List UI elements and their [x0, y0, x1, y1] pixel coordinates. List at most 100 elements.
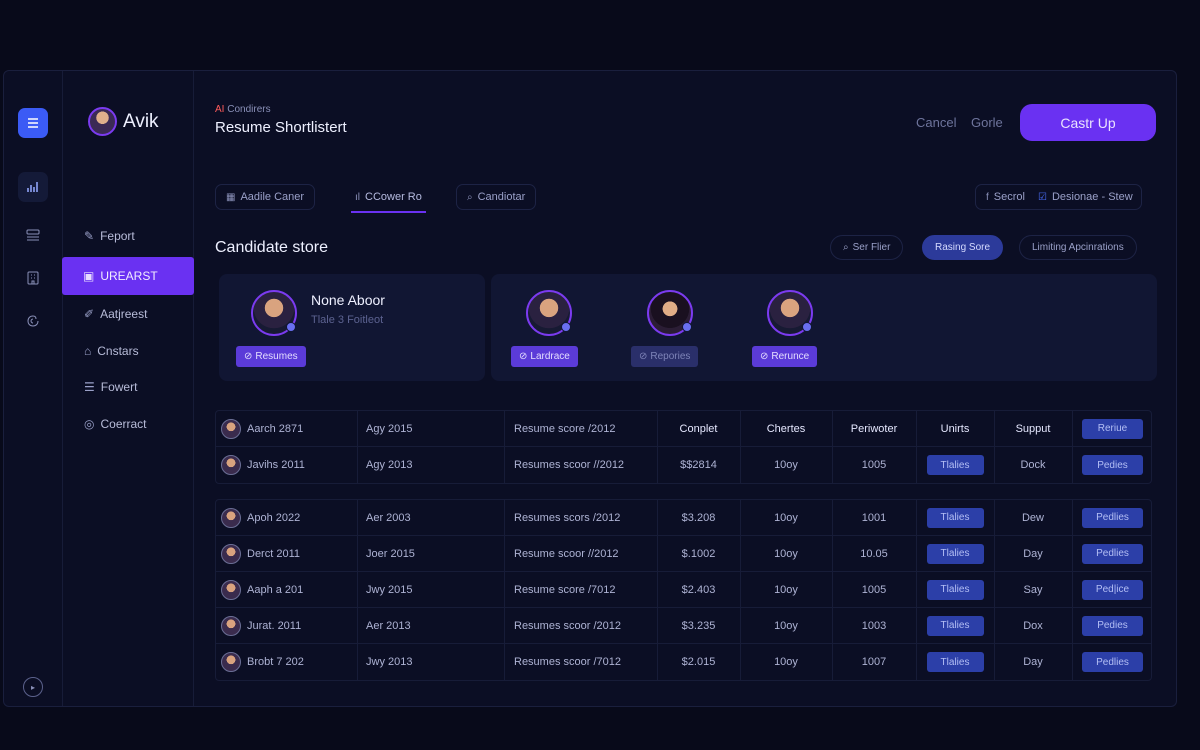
brand-name: Avik — [123, 110, 159, 132]
pedlies-button[interactable]: Pedies — [1082, 615, 1143, 636]
brain-icon[interactable] — [18, 306, 48, 336]
brand: Avik — [88, 107, 159, 136]
candidate-strip-card: ⊘ Lardrace ⊘ Repories ⊘ Rerunce — [491, 274, 1157, 381]
status-value: Say — [1023, 583, 1043, 596]
sidebar-item-aatjreest[interactable]: ✐ Aatjreest — [63, 295, 194, 333]
date-value: Aer 2013 — [366, 619, 411, 632]
checkbox-icon: ☑ — [1037, 191, 1047, 203]
limiting-pill[interactable]: Limiting Apcinrations — [1019, 235, 1137, 260]
sidebar-item-label: Cnstars — [97, 344, 139, 358]
tab-label: Candiotar — [477, 191, 526, 203]
tab-candiotar[interactable]: ⌕ Candiotar — [456, 184, 537, 210]
candidate-avatar[interactable] — [526, 290, 572, 336]
avatar — [221, 543, 241, 564]
rating-pill[interactable]: Rasing Sore — [922, 235, 1004, 260]
candidate-avatar[interactable] — [767, 290, 813, 336]
search-icon: ⌕ — [843, 242, 849, 253]
tally-button[interactable]: Tlalies — [926, 455, 984, 475]
eyebrow-text: Condirers — [227, 104, 271, 115]
secondary-link[interactable]: Gorle — [971, 115, 1003, 130]
count-value: 10.05 — [860, 547, 888, 560]
duration-value: 10oy — [774, 583, 798, 596]
column-header[interactable]: Periwoter — [832, 411, 916, 446]
status-value: Dew — [1021, 511, 1044, 524]
pedlies-button[interactable]: Pedlies — [1082, 543, 1143, 564]
tab-secrol-group[interactable]: f Secrol ☑ Desionae - Stew — [975, 184, 1142, 210]
avatar[interactable] — [88, 107, 117, 136]
candidate-avatar[interactable] — [647, 290, 693, 336]
count-value: 1007 — [861, 656, 887, 668]
column-header[interactable]: Chertes — [740, 411, 832, 446]
date-value: Aer 2003 — [366, 511, 411, 524]
amount-value: $3.208 — [681, 511, 716, 524]
score-value: Resumes scoor //2012 — [514, 459, 625, 471]
table-row-name: Javihs 2011 — [221, 447, 305, 483]
pencil-icon: ✎ — [84, 229, 95, 243]
tally-cell: Tlalies — [916, 500, 994, 535]
ai-badge: AI — [215, 104, 225, 115]
table-row[interactable]: Brobt 7 202 Jwy 2013 Resumes scoor /7012 $2… — [216, 644, 1151, 680]
featured-candidate-card[interactable]: None Aboor Tlale 3 Foitleot ⊘ Resumes — [219, 274, 485, 381]
list-icon[interactable] — [18, 220, 48, 250]
name-value: Derct 2011 — [247, 547, 300, 560]
table-row[interactable]: Jurat. 2011 Aer 2013 Resumes scoor /2012 $3… — [216, 608, 1151, 644]
review-button[interactable]: Reriue — [1082, 418, 1143, 439]
check-icon: ⊘ — [639, 351, 648, 362]
table-row[interactable]: Aaph a 201 Jwy 2015 Resume score /7012 $2.4… — [216, 572, 1151, 608]
sidebar-item-urearst[interactable]: ▣ UREARST — [62, 257, 194, 295]
pedlies-button[interactable]: Pedlies — [1082, 652, 1143, 672]
table-row[interactable]: Derct 2011 Joer 2015 Resume scoor //2012 $.… — [216, 536, 1151, 572]
tally-button[interactable]: Tlalies — [926, 615, 984, 636]
chip-label: Resumes — [255, 351, 298, 362]
lock-icon: ⌂ — [84, 344, 92, 358]
repories-chip[interactable]: ⊘ Repories — [631, 346, 699, 367]
tally-button[interactable]: Tlalies — [926, 543, 984, 564]
score-value: Resumes scoor /2012 — [514, 619, 621, 632]
action-cell: Pedlies — [1072, 500, 1153, 535]
chip-label: Rerunce — [771, 351, 810, 362]
lardrace-chip[interactable]: ⊘ Lardrace — [511, 346, 578, 367]
count-value: 1003 — [861, 619, 887, 632]
tally-button[interactable]: Tlalies — [926, 579, 984, 600]
filter-pill[interactable]: ⌕ Ser Flier — [830, 235, 904, 260]
tab-ccower-ro[interactable]: ıl CCower Ro — [344, 184, 433, 213]
sidebar-item-fowert[interactable]: ☰ Fowert — [63, 368, 194, 406]
rerunce-chip[interactable]: ⊘ Rerunce — [752, 346, 818, 367]
building-icon[interactable] — [18, 263, 48, 293]
play-icon[interactable]: ▸ — [23, 677, 43, 697]
tab-label: Secrol — [993, 191, 1025, 203]
tally-button[interactable]: Tlalies — [926, 652, 984, 672]
column-header[interactable]: Unirts — [916, 411, 994, 446]
pedlies-button[interactable]: Ped|ice — [1082, 579, 1143, 600]
menu-icon[interactable] — [18, 108, 48, 138]
tab-aadile-caner[interactable]: ▦ Aadile Caner — [215, 184, 316, 210]
primary-cta-button[interactable]: Castr Up — [1020, 104, 1156, 141]
check-icon: ⊘ — [244, 351, 253, 362]
sidebar-item-label: Coerract — [100, 417, 147, 431]
tally-cell: Tlalies — [916, 572, 994, 607]
pedlies-button[interactable]: Pedlies — [1082, 507, 1143, 528]
check-icon: ⊘ — [760, 351, 769, 362]
sidebar-item-feport[interactable]: ✎ Feport — [63, 217, 194, 255]
avatar — [221, 652, 241, 672]
sidebar-item-cnstars[interactable]: ⌂ Cnstars — [63, 332, 194, 370]
filter-label: Ser Flier — [852, 242, 891, 253]
table-row-name: Aaph a 201 — [221, 572, 303, 607]
table-row[interactable]: Javihs 2011 Agy 2013 Resumes scoor //201… — [216, 447, 1151, 483]
column-header[interactable]: Conplet — [657, 411, 740, 446]
column-header[interactable]: Supput — [994, 411, 1072, 446]
status-value: Day — [1023, 656, 1043, 668]
table-row-name: Aarch 2871 — [221, 411, 303, 446]
resumes-chip[interactable]: ⊘ Resumes — [236, 346, 306, 367]
pedies-button[interactable]: Pedies — [1082, 455, 1143, 475]
date-value: Joer 2015 — [366, 547, 415, 560]
date-value: Agy 2015 — [366, 422, 413, 435]
sidebar-item-coerract[interactable]: ◎ Coerract — [63, 405, 194, 443]
table-row[interactable]: Apoh 2022 Aer 2003 Resumes scors /2012 $3.2… — [216, 500, 1151, 536]
tally-button[interactable]: Tlalies — [926, 507, 984, 528]
cancel-link[interactable]: Cancel — [916, 115, 956, 130]
name-value: Apoh 2022 — [247, 511, 301, 524]
tally-cell: Tlalies — [916, 644, 994, 680]
folder-icon: ▣ — [83, 269, 95, 283]
chart-icon[interactable] — [18, 172, 48, 202]
